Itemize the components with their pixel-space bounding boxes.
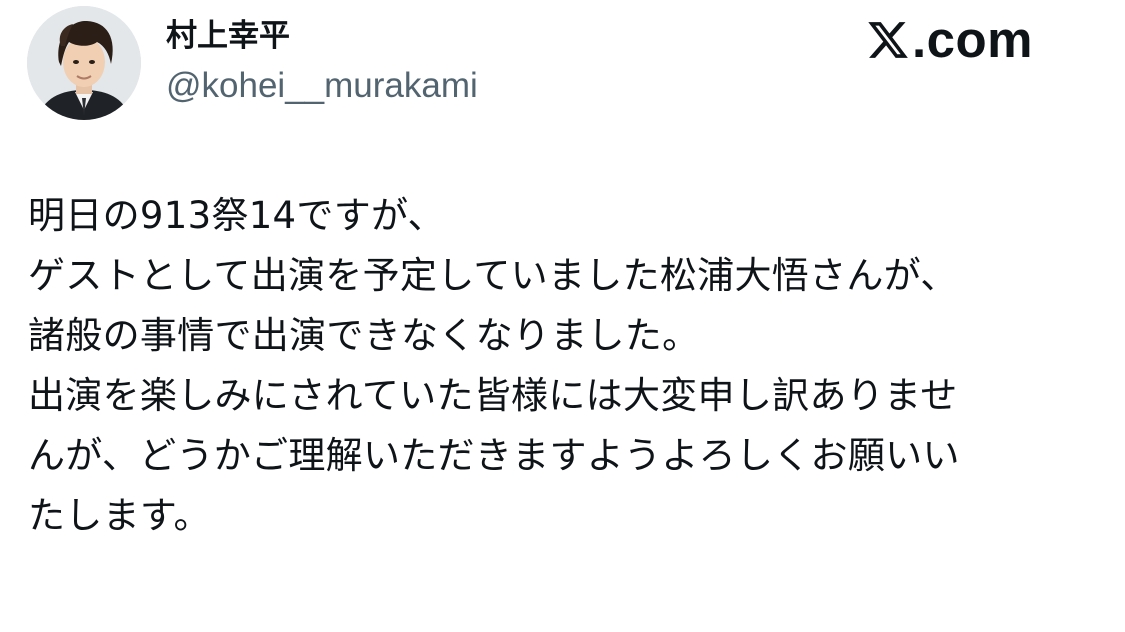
avatar-photo <box>27 6 141 120</box>
tweet-line: ゲストとして出演を予定していました松浦大悟さんが、 <box>28 254 958 297</box>
brand-domain-text: .com <box>912 11 1034 68</box>
tweet-screenshot: 村上幸平 @kohei__murakami .com 明日の913祭14ですが、… <box>0 0 1125 632</box>
tweet-line: 出演を楽しみにされていた皆様には大変申し訳ありませ <box>28 374 958 417</box>
x-com-brand: .com <box>866 14 1033 66</box>
tweet-line: 明日の913祭14ですが、 <box>28 194 445 237</box>
tweet-text: 明日の913祭14ですが、 ゲストとして出演を予定していました松浦大悟さんが、 … <box>28 186 1108 546</box>
x-logo-icon <box>866 18 910 62</box>
author-display-name[interactable]: 村上幸平 <box>166 14 290 58</box>
author-avatar[interactable] <box>27 6 141 120</box>
tweet-line: んが、どうかご理解いただきますようよろしくお願いい <box>28 434 960 477</box>
author-handle[interactable]: @kohei__murakami <box>166 64 478 108</box>
tweet-line: 諸般の事情で出演できなくなりました。 <box>28 314 700 357</box>
tweet-line: たします。 <box>28 494 211 537</box>
